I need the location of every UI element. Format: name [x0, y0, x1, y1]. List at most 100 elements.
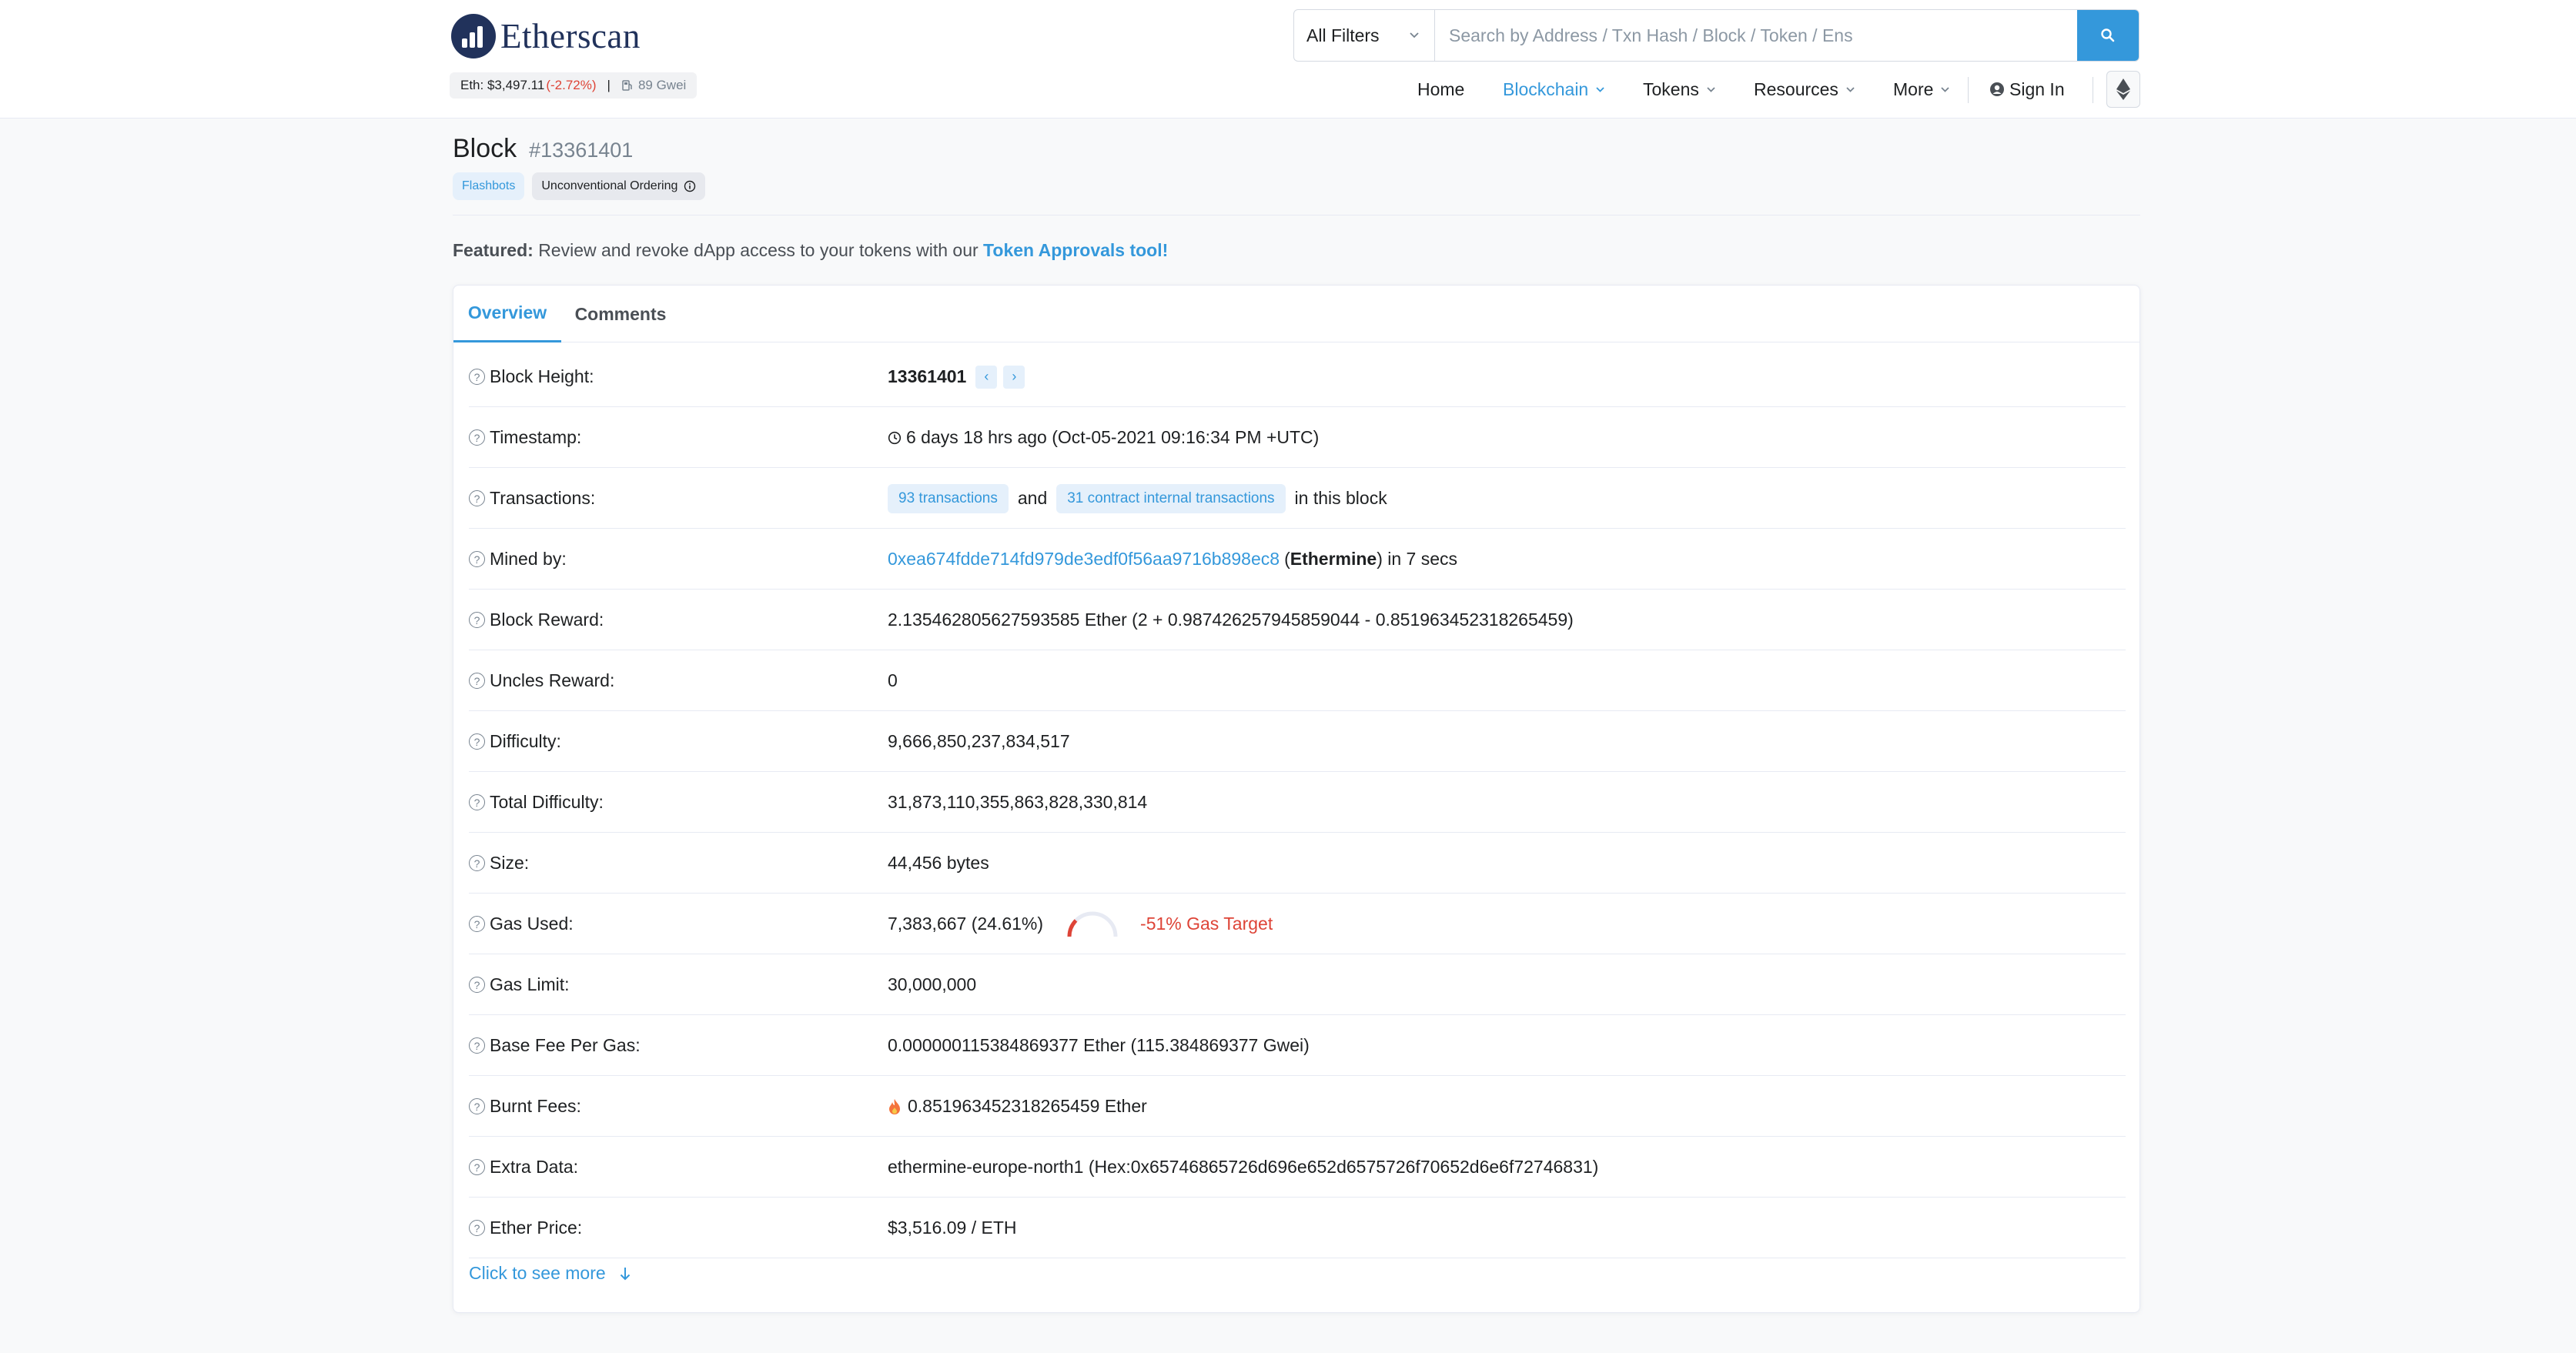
extra-data-label-text: Extra Data: — [490, 1157, 579, 1177]
nav-home[interactable]: Home — [1417, 74, 1464, 105]
page-title: Block #13361401 — [453, 134, 633, 164]
nav-blockchain[interactable]: Blockchain — [1503, 74, 1604, 105]
nav-tokens[interactable]: Tokens — [1643, 74, 1715, 105]
transactions-label-text: Transactions: — [490, 488, 596, 508]
ether-price-value: $3,516.09 / ETH — [888, 1218, 1017, 1238]
flashbots-badge[interactable]: Flashbots — [453, 172, 525, 200]
see-more-link[interactable]: Click to see more — [469, 1263, 631, 1284]
ticker-separator: | — [607, 78, 611, 92]
question-icon[interactable]: ? — [469, 429, 485, 446]
search-bar: All Filters — [1293, 9, 2139, 62]
row-total-difficulty: ? Total Difficulty: 31,873,110,355,863,8… — [469, 772, 2126, 833]
question-icon[interactable]: ? — [469, 612, 485, 628]
chevron-down-icon — [1410, 32, 1419, 38]
chevron-down-icon — [1707, 86, 1715, 92]
question-icon[interactable]: ? — [469, 551, 485, 567]
question-icon[interactable]: ? — [469, 916, 485, 932]
unconventional-ordering-badge[interactable]: Unconventional Ordering — [532, 172, 706, 200]
difficulty-label-text: Difficulty: — [490, 731, 561, 751]
question-icon[interactable]: ? — [469, 1159, 485, 1175]
tab-comments[interactable]: Comments — [570, 286, 671, 342]
question-icon[interactable]: ? — [469, 1037, 485, 1054]
uncles-reward-value: 0 — [888, 670, 898, 690]
transactions-count-link[interactable]: 93 transactions — [888, 483, 1009, 513]
search-filter-select[interactable]: All Filters — [1294, 10, 1435, 61]
search-input[interactable] — [1435, 10, 2077, 61]
next-block-button[interactable]: › — [1003, 365, 1025, 389]
question-icon[interactable]: ? — [469, 733, 485, 750]
size-label: ? Size: — [469, 853, 529, 874]
eth-price-label[interactable]: Eth: $3,497.11 — [460, 78, 544, 93]
search-button[interactable] — [2077, 10, 2139, 61]
prev-block-button[interactable]: ‹ — [975, 365, 998, 389]
row-difficulty: ? Difficulty: 9,666,850,237,834,517 — [469, 711, 2126, 772]
block-height-number: 13361401 — [888, 366, 967, 386]
extra-data-value: ethermine-europe-north1 (Hex:0x657468657… — [888, 1157, 1599, 1177]
miner-address-link[interactable]: 0xea674fdde714fd979de3edf0f56aa9716b898e… — [888, 549, 1280, 570]
tab-overview[interactable]: Overview — [453, 286, 561, 342]
block-reward-label-text: Block Reward: — [490, 610, 604, 630]
question-icon[interactable]: ? — [469, 977, 485, 993]
gas-price[interactable]: 89 Gwei — [621, 78, 686, 93]
token-approvals-link[interactable]: Token Approvals tool! — [983, 240, 1168, 260]
gas-gauge — [1067, 911, 1118, 937]
mined-by-suffix: ) in 7 secs — [1377, 549, 1458, 569]
site-header: Etherscan Eth: $3,497.11 (-2.72%) | 89 G… — [0, 0, 2576, 119]
base-fee-label: ? Base Fee Per Gas: — [469, 1035, 641, 1056]
question-icon[interactable]: ? — [469, 1098, 485, 1114]
row-transactions: ? Transactions: 93 transactions and 31 c… — [469, 468, 2126, 529]
base-fee-value: 0.000000115384869377 Ether (115.38486937… — [888, 1035, 1310, 1055]
row-block-reward: ? Block Reward: 2.135462805627593585 Eth… — [469, 590, 2126, 650]
transactions-label: ? Transactions: — [469, 488, 595, 509]
gas-used-text: 7,383,667 (24.61%) — [888, 914, 1044, 934]
sign-in-label: Sign In — [2009, 79, 2065, 99]
miner-open-paren: ( — [1284, 549, 1290, 569]
chevron-down-icon — [1941, 86, 1950, 92]
nav-resources[interactable]: Resources — [1754, 74, 1855, 105]
gas-gauge-fill — [1067, 918, 1078, 937]
nav-more[interactable]: More — [1893, 74, 1950, 105]
question-icon[interactable]: ? — [469, 369, 485, 385]
etherscan-logo-icon — [451, 14, 496, 58]
nav-divider — [1968, 77, 1969, 103]
question-icon[interactable]: ? — [469, 490, 485, 506]
transactions-suffix: in this block — [1294, 488, 1387, 508]
question-icon[interactable]: ? — [469, 673, 485, 689]
question-icon[interactable]: ? — [469, 1220, 485, 1236]
row-burnt-fees: ? Burnt Fees: 0.851963452318265459 Ether — [469, 1076, 2126, 1137]
total-difficulty-label: ? Total Difficulty: — [469, 792, 604, 813]
gas-used-value: 7,383,667 (24.61%) -51% Gas Target — [888, 894, 1273, 954]
gas-used-label-text: Gas Used: — [490, 914, 574, 934]
block-reward-label: ? Block Reward: — [469, 610, 604, 630]
gas-limit-label-text: Gas Limit: — [490, 974, 570, 994]
row-gas-used: ? Gas Used: 7,383,667 (24.61%) -51% Gas … — [469, 894, 2126, 954]
internal-transactions-link[interactable]: 31 contract internal transactions — [1056, 483, 1286, 513]
gas-price-value: 89 Gwei — [637, 78, 687, 92]
sign-in-link[interactable]: Sign In — [1989, 74, 2065, 105]
block-badges: Flashbots Unconventional Ordering — [453, 172, 706, 200]
row-uncles-reward: ? Uncles Reward: 0 — [469, 650, 2126, 711]
uncles-reward-label-text: Uncles Reward: — [490, 670, 615, 690]
chevron-left-icon: ‹ — [984, 369, 989, 384]
mined-by-label: ? Mined by: — [469, 549, 567, 570]
logo-text: Etherscan — [500, 17, 641, 55]
etherscan-logo[interactable]: Etherscan — [451, 14, 641, 58]
network-switch-button[interactable] — [2106, 71, 2140, 108]
row-base-fee: ? Base Fee Per Gas: 0.000000115384869377… — [469, 1015, 2126, 1076]
page-block-number: #13361401 — [529, 139, 634, 162]
nav-tokens-label: Tokens — [1643, 79, 1699, 99]
row-extra-data: ? Extra Data: ethermine-europe-north1 (H… — [469, 1137, 2126, 1198]
question-icon[interactable]: ? — [469, 855, 485, 871]
difficulty-value: 9,666,850,237,834,517 — [888, 731, 1070, 751]
chevron-right-icon: › — [1012, 369, 1017, 384]
nav-more-label: More — [1893, 79, 1934, 99]
timestamp-label-text: Timestamp: — [490, 427, 582, 447]
row-size: ? Size: 44,456 bytes — [469, 833, 2126, 894]
page-title-text: Block — [453, 134, 517, 163]
block-height-label-text: Block Height: — [490, 366, 594, 386]
chevron-down-icon — [1846, 86, 1855, 92]
question-icon[interactable]: ? — [469, 794, 485, 810]
block-height-value: 13361401 ‹ › — [888, 346, 1025, 407]
ethereum-icon — [2116, 79, 2130, 100]
block-height-label: ? Block Height: — [469, 366, 594, 387]
